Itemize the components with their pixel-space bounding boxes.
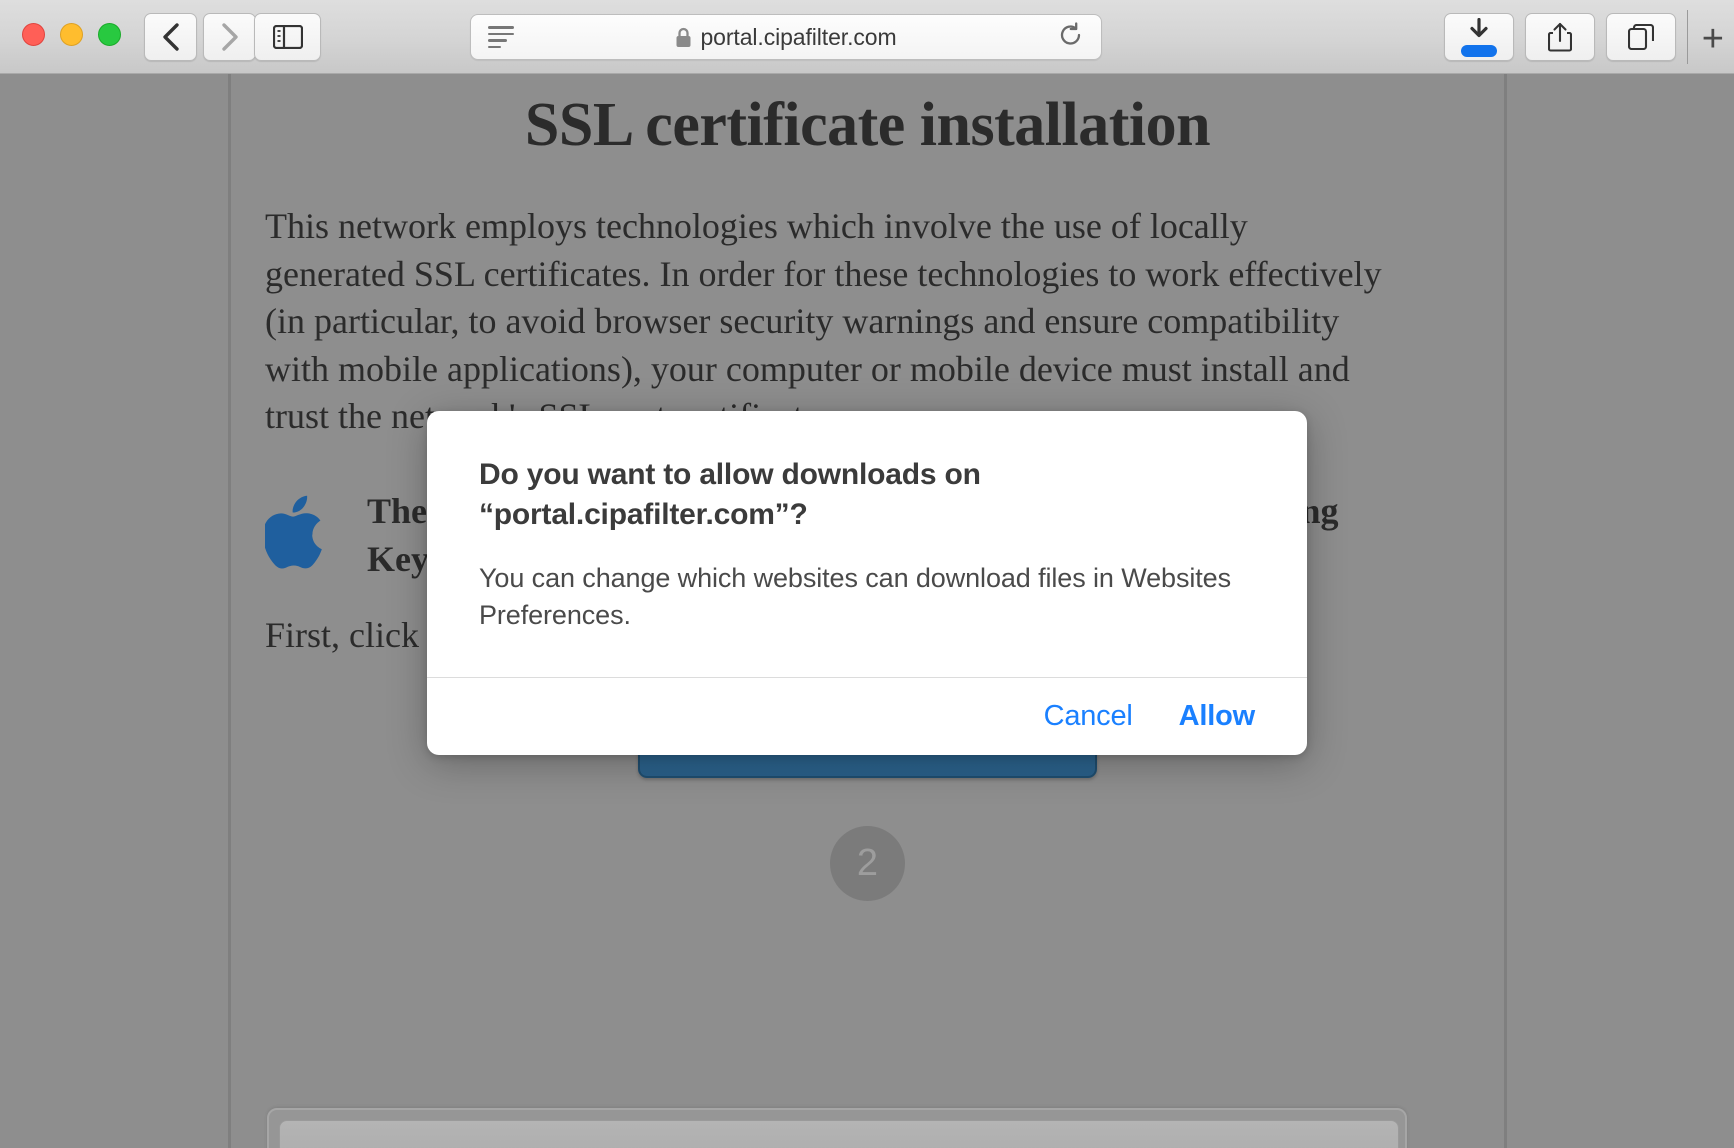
chevron-right-icon (221, 23, 238, 51)
new-tab-button[interactable]: + (1702, 20, 1724, 58)
toolbar-divider (1687, 10, 1688, 64)
zoom-window-button[interactable] (98, 23, 121, 46)
sidebar-toggle-button[interactable] (254, 13, 321, 61)
toolbar-right-buttons (1444, 13, 1676, 61)
allow-button[interactable]: Allow (1179, 700, 1256, 733)
intro-paragraph: This network employs technologies which … (265, 206, 1382, 437)
lock-icon (676, 27, 691, 47)
navigation-buttons (144, 13, 256, 61)
window-controls (22, 23, 121, 46)
nested-browser-screenshot: ‹ › portal.cipafilter.com ↻ (267, 1108, 1407, 1148)
downloads-icon (1470, 17, 1488, 37)
cancel-button[interactable]: Cancel (1044, 700, 1133, 733)
address-bar[interactable]: portal.cipafilter.com (470, 14, 1102, 60)
reader-view-icon[interactable] (488, 26, 514, 48)
reload-icon (1060, 21, 1081, 45)
dialog-footer: Cancel Allow (427, 677, 1307, 755)
download-permission-dialog: Do you want to allow downloads on “porta… (427, 411, 1307, 756)
dialog-message: You can change which websites can downlo… (479, 563, 1231, 630)
forward-button[interactable] (203, 13, 256, 61)
reload-button[interactable] (1059, 21, 1083, 53)
sidebar-toggle-icon (272, 25, 303, 49)
step-two-badge: 2 (830, 825, 905, 901)
apple-logo-icon (265, 495, 322, 569)
close-window-button[interactable] (22, 23, 45, 46)
nested-browser-toolbar: ‹ › portal.cipafilter.com ↻ (279, 1120, 1399, 1148)
minimize-window-button[interactable] (60, 23, 83, 46)
dialog-title: Do you want to allow downloads on “porta… (479, 458, 981, 531)
download-progress-bar (1461, 44, 1497, 57)
share-icon (1548, 22, 1572, 52)
browser-toolbar: portal.cipafilter.com + (0, 0, 1734, 74)
content-right-edge (1504, 74, 1507, 1148)
dialog-body: Do you want to allow downloads on “porta… (427, 411, 1307, 677)
downloads-button[interactable] (1444, 13, 1514, 61)
back-button[interactable] (144, 13, 197, 61)
chevron-left-icon (162, 23, 179, 51)
share-button[interactable] (1525, 13, 1595, 61)
tab-overview-button[interactable] (1606, 13, 1676, 61)
page-title: SSL certificate installation (524, 91, 1211, 159)
tab-overview-icon (1628, 24, 1654, 50)
url-text: portal.cipafilter.com (700, 23, 897, 50)
